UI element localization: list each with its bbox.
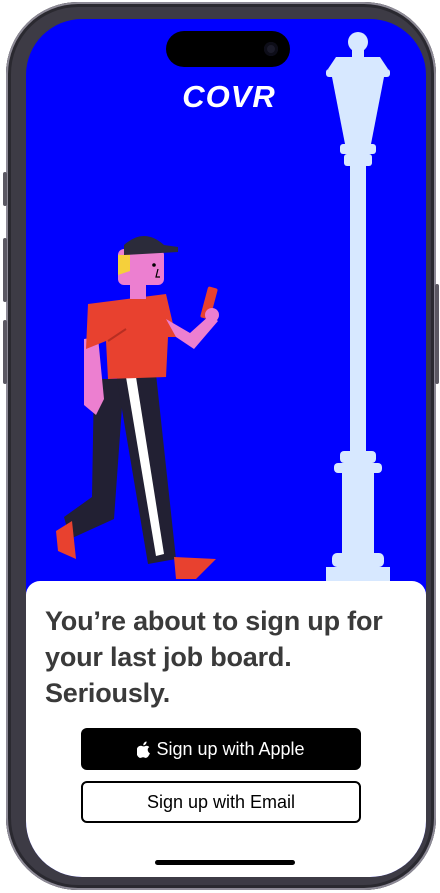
action-button (3, 172, 7, 206)
sign-up-with-apple-button[interactable]: Sign up with Apple (81, 728, 361, 770)
dynamic-island (166, 31, 290, 67)
volume-up-button (3, 238, 7, 302)
power-button (435, 284, 439, 384)
onboarding-headline: You’re about to sign up for your last jo… (45, 606, 383, 708)
walking-person-illustration (56, 236, 219, 579)
phone-frame: COVR You’re about to sign up for your la… (3, 2, 439, 890)
street-lamp-illustration (326, 32, 390, 587)
email-button-label: Sign up with Email (146, 791, 296, 812)
home-indicator[interactable] (155, 860, 295, 865)
signup-sheet: You’re about to sign up for your last jo… (26, 581, 426, 877)
volume-down-button (3, 320, 7, 384)
sign-up-with-email-button[interactable]: Sign up with Email (81, 781, 361, 823)
app-screen: COVR You’re about to sign up for your la… (26, 19, 426, 877)
camera-icon (264, 42, 278, 56)
app-logo: COVR (182, 79, 276, 114)
apple-button-label: Sign up with Apple (156, 738, 305, 759)
apple-icon (137, 741, 151, 758)
